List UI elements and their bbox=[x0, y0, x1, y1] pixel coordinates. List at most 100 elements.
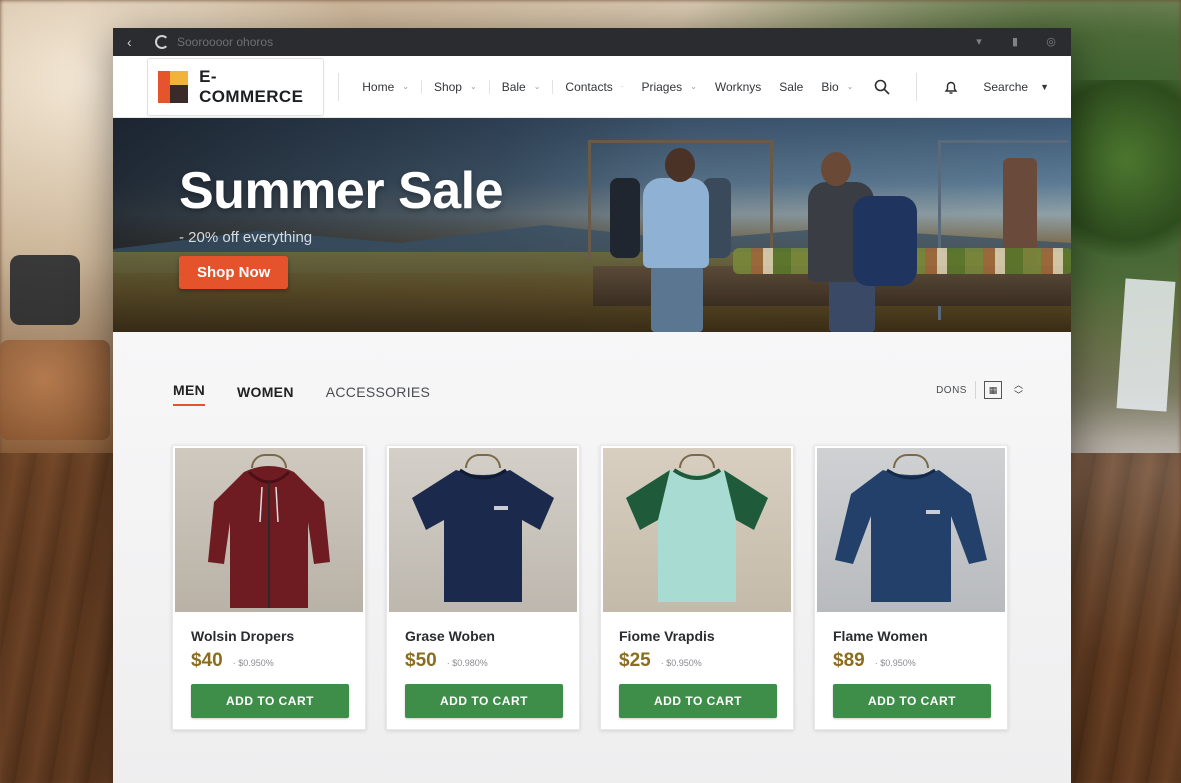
menu-item-worknys[interactable]: Worknys bbox=[706, 80, 770, 94]
logo-mark-icon bbox=[158, 70, 188, 103]
view-label: DONS bbox=[936, 384, 967, 396]
nav-divider bbox=[916, 72, 918, 101]
room-poster bbox=[1116, 278, 1176, 412]
product-image[interactable] bbox=[603, 448, 791, 612]
menu-label: Bale bbox=[501, 79, 526, 94]
menu-item-home[interactable]: Home ⌄ bbox=[353, 80, 418, 94]
product-price: $25 bbox=[619, 650, 651, 671]
chevron-down-icon: ⌄ bbox=[690, 82, 697, 91]
long-sleeve-tee-icon bbox=[835, 468, 987, 602]
site-header: E-COMMERCE Home ⌄ Shop ⌄ Bale ⌄ Contacts · P… bbox=[113, 56, 1071, 118]
raglan-tee-icon bbox=[626, 468, 768, 602]
menu-divider bbox=[552, 79, 554, 94]
menu-divider bbox=[488, 79, 490, 94]
product-price: $40 bbox=[191, 650, 223, 671]
chevron-down-icon[interactable]: ▼ bbox=[1040, 82, 1049, 92]
browser-logo-icon bbox=[155, 35, 169, 49]
settings-icon[interactable]: ◎ bbox=[1045, 36, 1057, 48]
old-price: · $0.950% bbox=[232, 658, 274, 668]
search-icon[interactable] bbox=[872, 77, 892, 97]
menu-item-shop[interactable]: Shop ⌄ bbox=[425, 80, 486, 94]
product-info: Flame Women $89 · $0.950% ADD TO CART bbox=[817, 612, 1005, 718]
product-price: $89 bbox=[833, 650, 865, 671]
menu-label: Home bbox=[362, 79, 395, 94]
bell-icon[interactable] bbox=[941, 77, 961, 97]
chevron-down-icon: ⌄ bbox=[533, 82, 541, 91]
nav-actions: Searche ▼ bbox=[862, 72, 1049, 101]
product-card[interactable]: Flame Women $89 · $0.950% ADD TO CART bbox=[814, 445, 1008, 730]
product-info: Wolsin Dropers $40 · $0.950% ADD TO CART bbox=[175, 612, 363, 718]
product-image[interactable] bbox=[389, 448, 577, 612]
browser-toolbar: ‹ Sooroooor ohoros ▾ ▮ ◎ bbox=[113, 28, 1071, 56]
shopper-woman bbox=[665, 148, 695, 182]
tab-accessories[interactable]: ACCESSORIES bbox=[326, 384, 430, 406]
product-name[interactable]: Fiome Vrapdis bbox=[619, 628, 775, 644]
add-to-cart-button[interactable]: ADD TO CART bbox=[191, 684, 349, 718]
hero-text: Summer Sale - 20% off everything Shop No… bbox=[179, 162, 504, 289]
menu-item-priages[interactable]: Priages ⌄ bbox=[632, 80, 705, 94]
search-dropdown-label[interactable]: Searche bbox=[983, 80, 1028, 94]
add-to-cart-button[interactable]: ADD TO CART bbox=[405, 684, 563, 718]
main-menu: Home ⌄ Shop ⌄ Bale ⌄ Contacts · Priages ⌄ Wor… bbox=[353, 79, 862, 94]
shopper-woman bbox=[643, 178, 709, 268]
nav-divider bbox=[338, 72, 340, 101]
price-row: $40 · $0.950% bbox=[191, 650, 347, 672]
logo-text: E-COMMERCE bbox=[199, 66, 304, 106]
menu-label: Priages bbox=[641, 79, 683, 94]
price-row: $50 · $0.980% bbox=[405, 650, 561, 672]
lock-icon[interactable]: ▮ bbox=[1009, 36, 1021, 48]
room-plants bbox=[1071, 80, 1181, 280]
backpack bbox=[853, 196, 917, 286]
product-price: $50 bbox=[405, 650, 437, 671]
product-image[interactable] bbox=[175, 448, 363, 612]
hero-subtitle: - 20% off everything bbox=[179, 228, 313, 246]
product-card[interactable]: Wolsin Dropers $40 · $0.950% ADD TO CART bbox=[172, 445, 366, 730]
product-grid: Wolsin Dropers $40 · $0.950% ADD TO CART bbox=[172, 445, 1008, 730]
product-name[interactable]: Flame Women bbox=[833, 628, 989, 644]
menu-label: Sale bbox=[779, 79, 804, 94]
old-price: · $0.950% bbox=[874, 658, 916, 668]
bookmark-icon[interactable]: ▾ bbox=[973, 36, 985, 48]
menu-item-bio[interactable]: Bio ⌄ bbox=[812, 80, 862, 94]
product-name[interactable]: Grase Woben bbox=[405, 628, 561, 644]
category-tabs: MEN WOMEN ACCESSORIES bbox=[173, 382, 430, 406]
menu-item-contacts[interactable]: Contacts · bbox=[556, 80, 632, 94]
logo[interactable]: E-COMMERCE bbox=[147, 57, 325, 116]
menu-item-bale[interactable]: Bale ⌄ bbox=[493, 80, 550, 94]
old-price: · $0.950% bbox=[660, 658, 702, 668]
back-arrow-icon[interactable]: ‹ bbox=[127, 34, 145, 50]
old-price: · $0.980% bbox=[446, 658, 488, 668]
chevron-down-icon: · bbox=[620, 82, 624, 91]
address-bar[interactable]: Sooroooor ohoros bbox=[177, 35, 949, 49]
product-name[interactable]: Wolsin Dropers bbox=[191, 628, 347, 644]
chevron-down-icon: ⌄ bbox=[469, 82, 477, 91]
menu-item-sale[interactable]: Sale bbox=[770, 80, 812, 94]
hero-banner: Summer Sale - 20% off everything Shop No… bbox=[113, 118, 1071, 332]
menu-label: Shop bbox=[433, 79, 462, 94]
hero-title: Summer Sale bbox=[179, 162, 504, 220]
tab-women[interactable]: WOMEN bbox=[237, 384, 294, 406]
tab-men[interactable]: MEN bbox=[173, 382, 206, 406]
grid-view-icon[interactable]: ▦ bbox=[983, 381, 1002, 399]
chevron-down-icon: ⌄ bbox=[846, 82, 854, 91]
product-image[interactable] bbox=[817, 448, 1005, 612]
shop-now-button[interactable]: Shop Now bbox=[179, 255, 289, 289]
menu-label: Bio bbox=[821, 79, 839, 94]
browser-window: ‹ Sooroooor ohoros ▾ ▮ ◎ E-COMMERCE Home… bbox=[113, 28, 1071, 783]
shopper-man bbox=[821, 152, 851, 186]
menu-label: Contacts bbox=[565, 79, 613, 94]
product-card[interactable]: Grase Woben $50 · $0.980% ADD TO CART bbox=[386, 445, 580, 730]
sort-icon[interactable]: ︿ ﹀ bbox=[1014, 380, 1023, 400]
tshirt-icon bbox=[412, 468, 554, 602]
price-row: $89 · $0.950% bbox=[833, 650, 989, 672]
add-to-cart-button[interactable]: ADD TO CART bbox=[833, 684, 991, 718]
chevron-down-icon: ⌄ bbox=[402, 82, 409, 91]
product-section: MEN WOMEN ACCESSORIES DONS ▦ ︿ ﹀ Wolsin … bbox=[113, 332, 1071, 783]
price-row: $25 · $0.950% bbox=[619, 650, 775, 672]
product-card[interactable]: Fiome Vrapdis $25 · $0.950% ADD TO CART bbox=[600, 445, 794, 730]
room-basket bbox=[0, 340, 110, 440]
shopper-woman bbox=[651, 266, 703, 332]
add-to-cart-button[interactable]: ADD TO CART bbox=[619, 684, 777, 718]
view-divider bbox=[974, 381, 976, 399]
menu-divider bbox=[420, 79, 422, 94]
